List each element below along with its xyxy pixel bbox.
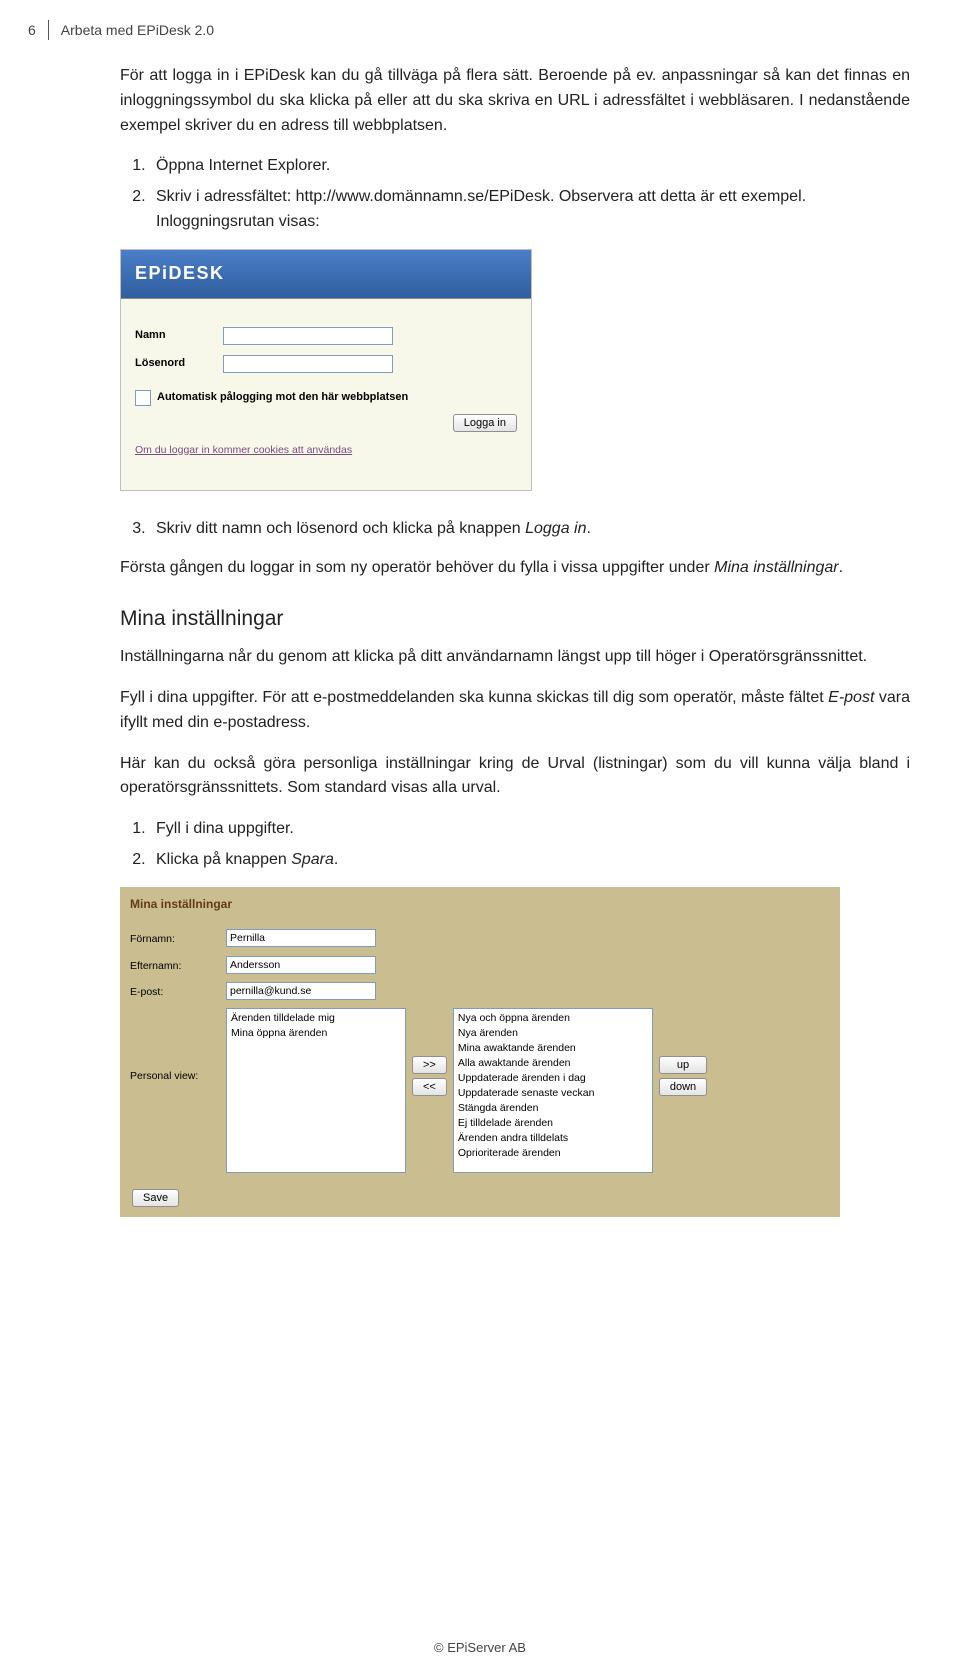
fname-label: Förnamn: [130,929,226,947]
list-item[interactable]: Ärenden andra tilldelats [456,1131,650,1146]
settings-row-pview: Personal view: Ärenden tilldelade mig Mi… [130,1008,834,1173]
steps-list-1b: Skriv ditt namn och lösenord och klicka … [120,517,910,542]
login-name-label: Namn [135,327,223,344]
auto-login-label: Automatisk pålogging mot den här webbpla… [157,389,408,406]
list-item[interactable]: Oprioriterade ärenden [456,1146,650,1161]
steps2-2: Klicka på knappen Spara. [150,848,910,873]
page-number: 6 [28,22,36,38]
steps-list-2: Fyll i dina uppgifter. Klicka på knappen… [120,817,910,873]
list-item[interactable]: Ärenden tilldelade mig [229,1011,403,1026]
page-footer: © EPiServer AB [0,1640,960,1655]
email-input[interactable] [226,982,376,1000]
list-item[interactable]: Uppdaterade ärenden i dag [456,1071,650,1086]
steps2-1: Fyll i dina uppgifter. [150,817,910,842]
settings-save-row: Save [132,1189,834,1207]
transfer-buttons: >> << [412,1008,447,1096]
save-button[interactable]: Save [132,1189,179,1207]
step-3-suffix: . [586,520,590,537]
settings-panel: Mina inställningar Förnamn: Efternamn: E… [120,887,840,1217]
lname-label: Efternamn: [130,956,226,974]
mi-paragraph-1: Inställningarna når du genom att klicka … [120,645,910,670]
cookie-note: Om du loggar in kommer cookies att använ… [135,442,517,458]
fname-input[interactable] [226,929,376,947]
list-item[interactable]: Mina öppna ärenden [229,1026,403,1041]
login-row-name: Namn [135,327,517,345]
steps2-2-suffix: . [334,851,338,868]
move-left-button[interactable]: << [412,1078,447,1096]
settings-row-email: E-post: [130,982,834,1000]
list-item[interactable]: Stängda ärenden [456,1101,650,1116]
login-button[interactable]: Logga in [453,414,517,432]
settings-title: Mina inställningar [130,891,834,922]
login-body: Namn Lösenord Automatisk pålogging mot d… [121,299,531,490]
step-3-prefix: Skriv ditt namn och lösenord och klicka … [156,520,525,537]
steps2-2-prefix: Klicka på knappen [156,851,291,868]
login-panel: EPiDESK Namn Lösenord Automatisk påloggi… [120,249,532,491]
email-label: E-post: [130,982,226,1000]
settings-row-lname: Efternamn: [130,956,834,974]
after-login-prefix: Första gången du loggar in som ny operat… [120,559,714,576]
lname-input[interactable] [226,956,376,974]
right-listbox[interactable]: Nya och öppna ärenden Nya ärenden Mina a… [453,1008,653,1173]
move-down-button[interactable]: down [659,1078,707,1096]
move-right-button[interactable]: >> [412,1056,447,1074]
after-login-paragraph: Första gången du loggar in som ny operat… [120,556,910,581]
mi-paragraph-3: Här kan du också göra personliga inställ… [120,752,910,802]
login-name-input[interactable] [223,327,393,345]
login-pass-label: Lösenord [135,355,223,372]
mi-p2-prefix: Fyll i dina uppgifter. För att e-postmed… [120,689,828,706]
login-brand: EPiDESK [135,260,225,288]
step-3: Skriv ditt namn och lösenord och klicka … [150,517,910,542]
move-up-button[interactable]: up [659,1056,707,1074]
pview-label: Personal view: [130,1008,226,1084]
steps-list-1: Öppna Internet Explorer. Skriv i adressf… [120,154,910,234]
login-auto-row: Automatisk pålogging mot den här webbpla… [135,389,517,406]
list-item[interactable]: Nya och öppna ärenden [456,1011,650,1026]
list-item[interactable]: Nya ärenden [456,1026,650,1041]
login-button-row: Logga in [135,414,517,432]
after-login-em: Mina inställningar [714,559,839,576]
left-listbox[interactable]: Ärenden tilldelade mig Mina öppna ärende… [226,1008,406,1173]
header-divider [48,20,49,40]
login-row-pass: Lösenord [135,355,517,373]
after-login-suffix: . [839,559,843,576]
login-header: EPiDESK [121,250,531,299]
steps2-2-em: Spara [291,851,334,868]
order-buttons: up down [659,1008,707,1096]
list-item[interactable]: Uppdaterade senaste veckan [456,1086,650,1101]
header-title: Arbeta med EPiDesk 2.0 [61,22,214,38]
mi-paragraph-2: Fyll i dina uppgifter. För att e-postmed… [120,686,910,736]
section-heading: Mina inställningar [120,603,910,636]
step-3-em: Logga in [525,520,586,537]
step-2: Skriv i adressfältet: http://www.domänna… [150,185,910,235]
list-item[interactable]: Ej tilldelade ärenden [456,1116,650,1131]
login-pass-input[interactable] [223,355,393,373]
step-1: Öppna Internet Explorer. [150,154,910,179]
personal-view-lists: Ärenden tilldelade mig Mina öppna ärende… [226,1008,707,1173]
settings-row-fname: Förnamn: [130,929,834,947]
list-item[interactable]: Alla awaktande ärenden [456,1056,650,1071]
intro-paragraph: För att logga in i EPiDesk kan du gå til… [120,64,910,138]
list-item[interactable]: Mina awaktande ärenden [456,1041,650,1056]
mi-p2-em: E-post [828,689,874,706]
page-header: 6 Arbeta med EPiDesk 2.0 [28,20,920,40]
auto-login-checkbox[interactable] [135,390,151,406]
